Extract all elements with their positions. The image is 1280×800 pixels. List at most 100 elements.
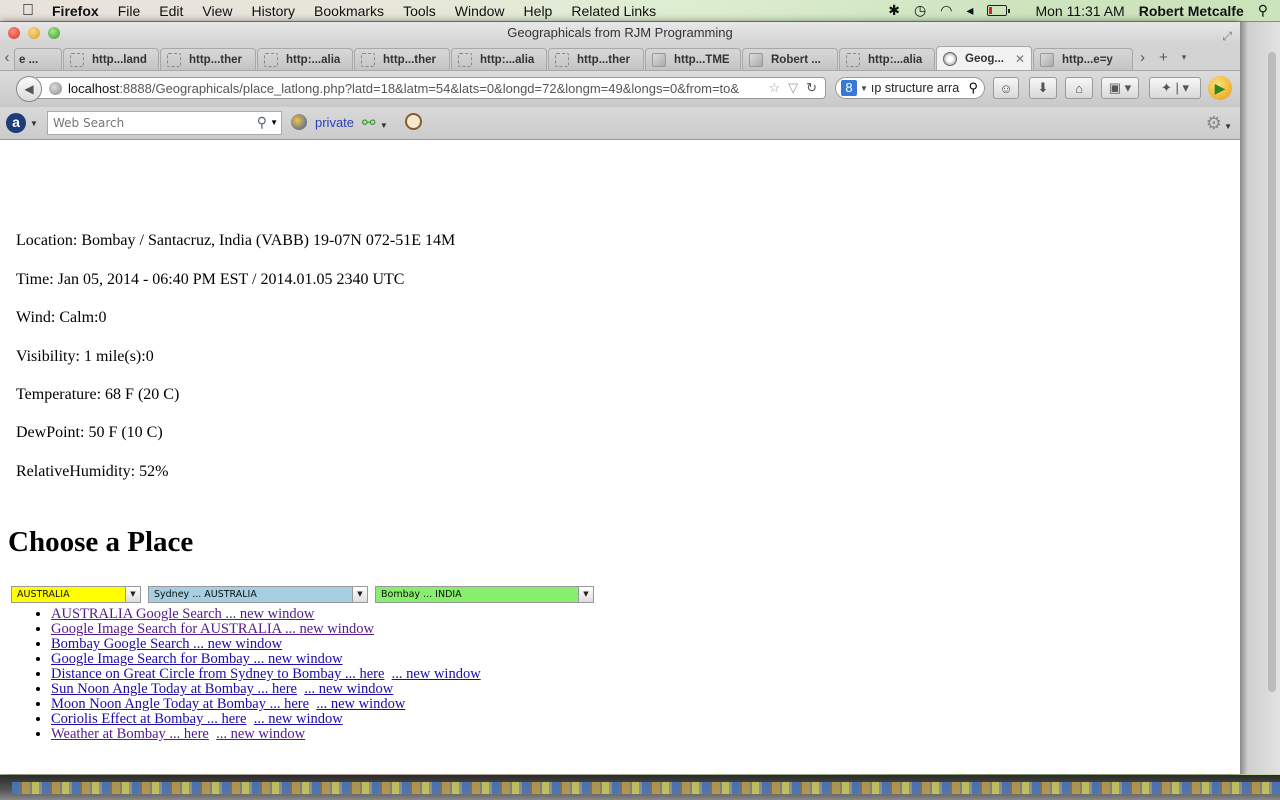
navigation-toolbar: localhost:8888/Geographicals/place_latlo… [0,71,1240,107]
clock[interactable]: Mon 11:31 AM [1035,3,1124,19]
link-chain-icon[interactable]: ⚯ ▼ [362,113,388,133]
tab-3[interactable]: http:...alia [257,48,353,70]
weather-link[interactable]: Weather at Bombay ... here [51,726,209,742]
back-button[interactable]: ◀ [16,76,42,102]
tab-5[interactable]: http:...alia [451,48,547,70]
tab-4[interactable]: http...ther [354,48,450,70]
url-bar[interactable]: localhost:8888/Geographicals/place_latlo… [36,77,826,99]
tab-1[interactable]: http...land [63,48,159,70]
site-identity-icon[interactable] [49,81,62,95]
chevron-down-icon[interactable]: ▼ [125,587,140,602]
tab-0[interactable]: e ... [14,48,62,70]
scroll-tabs-right-icon[interactable]: › [1140,49,1145,66]
moon-noon-new-window-link[interactable]: ... new window [316,696,405,712]
blank-page-icon [361,52,375,67]
home-button[interactable]: ⌂ [1065,77,1093,99]
menu-view[interactable]: View [202,3,232,19]
search-icon[interactable]: ⚲ [968,80,978,96]
firebug-button[interactable]: ✦ | ▾ [1149,77,1201,99]
dock-icons[interactable] [12,782,1280,794]
tab-7[interactable]: http...TME [645,48,741,70]
great-circle-new-window-link[interactable]: ... new window [392,666,481,682]
country-select-value: AUSTRALIA [17,589,70,600]
tab-10-active[interactable]: Geog... ✕ [936,46,1032,70]
blank-page-icon [264,52,278,67]
background-scrollbar[interactable] [1268,52,1276,692]
google-engine-icon[interactable]: 8 [841,80,857,96]
from-place-select[interactable]: Sydney ... AUSTRALIA ▼ [148,586,368,603]
country-select[interactable]: AUSTRALIA ▼ [11,586,141,603]
list-item: Distance on Great Circle from Sydney to … [51,667,481,682]
play-addon-icon[interactable]: ▶ [1208,76,1232,100]
volume-icon[interactable]: ◂ [966,2,973,19]
australia-google-search-link[interactable]: AUSTRALIA Google Search ... new window [51,606,314,622]
search-icon[interactable]: ⚲ [257,114,267,131]
tab-label: Robert ... [771,53,821,66]
menu-help[interactable]: Help [524,3,553,19]
history-clock-icon[interactable] [405,113,422,130]
history-dropdown-icon[interactable]: ▽ [788,80,798,96]
tab-9[interactable]: http:...alia [839,48,935,70]
zoom-window-button[interactable] [48,27,60,39]
close-window-button[interactable] [8,27,20,39]
url-bar-icons: ☆ ▽ ↻ [760,80,825,96]
menu-window[interactable]: Window [455,3,505,19]
menu-edit[interactable]: Edit [159,3,183,19]
web-search-input[interactable] [48,115,245,131]
engine-dropdown-icon[interactable]: ▼ [860,84,868,93]
chevron-down-icon[interactable]: ▼ [578,587,593,602]
menu-history[interactable]: History [251,3,295,19]
scroll-tabs-left-icon[interactable]: ‹ [0,49,14,66]
sun-noon-new-window-link[interactable]: ... new window [304,681,393,697]
coriolis-new-window-link[interactable]: ... new window [254,711,343,727]
bookmarks-menu-button[interactable]: ▣ ▾ [1101,77,1139,99]
addon-sketch-button[interactable]: ☺ [993,77,1019,99]
bombay-google-search-link[interactable]: Bombay Google Search ... new window [51,636,282,652]
weather-new-window-link[interactable]: ... new window [216,726,305,742]
to-place-select[interactable]: Bombay ... INDIA ▼ [375,586,594,603]
tab-2[interactable]: http...ther [160,48,256,70]
tab-label: http...ther [383,53,437,66]
blank-page-icon [458,52,472,67]
sun-noon-angle-link[interactable]: Sun Noon Angle Today at Bombay ... here [51,681,297,697]
url-text[interactable]: localhost:8888/Geographicals/place_latlo… [68,81,760,96]
close-tab-icon[interactable]: ✕ [1015,52,1025,66]
list-item: Google Image Search for AUSTRALIA ... ne… [51,622,481,637]
spotlight-search-icon[interactable]: ⚲ [1258,2,1268,19]
tab-8[interactable]: Robert ... [742,48,838,70]
coriolis-effect-link[interactable]: Coriolis Effect at Bombay ... here [51,711,246,727]
chevron-down-icon[interactable]: ▼ [30,119,38,128]
chevron-down-icon[interactable]: ▼ [352,587,367,602]
globe-icon [943,51,957,66]
downloads-button[interactable]: ⬇ [1029,77,1057,99]
new-tab-icon[interactable]: + [1159,49,1168,66]
bluetooth-icon[interactable]: ✱ [888,2,900,19]
battery-icon[interactable] [987,5,1011,16]
ask-logo-icon[interactable]: a [6,113,26,133]
menu-file[interactable]: File [118,3,141,19]
user-name[interactable]: Robert Metcalfe [1139,3,1244,19]
reload-icon[interactable]: ↻ [806,80,817,96]
australia-image-search-link[interactable]: Google Image Search for AUSTRALIA ... ne… [51,621,374,637]
time-machine-icon[interactable]: ◷ [914,2,926,19]
moon-noon-angle-link[interactable]: Moon Noon Angle Today at Bombay ... here [51,696,309,712]
menu-related-links[interactable]: Related Links [571,3,656,19]
menu-app-firefox[interactable]: Firefox [52,3,99,19]
bookmark-star-icon[interactable]: ☆ [768,80,780,96]
tab-6[interactable]: http...ther [548,48,644,70]
search-engine-box[interactable]: 8 ▼ ıp structure arra ⚲ [835,77,985,99]
tab-11[interactable]: http...e=y [1033,48,1133,70]
minimize-window-button[interactable] [28,27,40,39]
private-browsing-button[interactable]: private [291,114,354,130]
wifi-icon[interactable]: ◠ [940,2,952,19]
menu-tools[interactable]: Tools [403,3,436,19]
bombay-image-search-link[interactable]: Google Image Search for Bombay ... new w… [51,651,343,667]
list-all-tabs-icon[interactable]: ▾ [1182,52,1187,63]
great-circle-distance-link[interactable]: Distance on Great Circle from Sydney to … [51,666,384,682]
list-item: AUSTRALIA Google Search ... new window [51,607,481,622]
chevron-down-icon[interactable]: ▼ [270,118,278,127]
gear-icon[interactable]: ⚙ ▼ [1206,113,1232,134]
apple-menu-icon[interactable]:  [18,2,38,20]
menu-bookmarks[interactable]: Bookmarks [314,3,384,19]
search-query[interactable]: ıp structure arra [871,81,969,95]
